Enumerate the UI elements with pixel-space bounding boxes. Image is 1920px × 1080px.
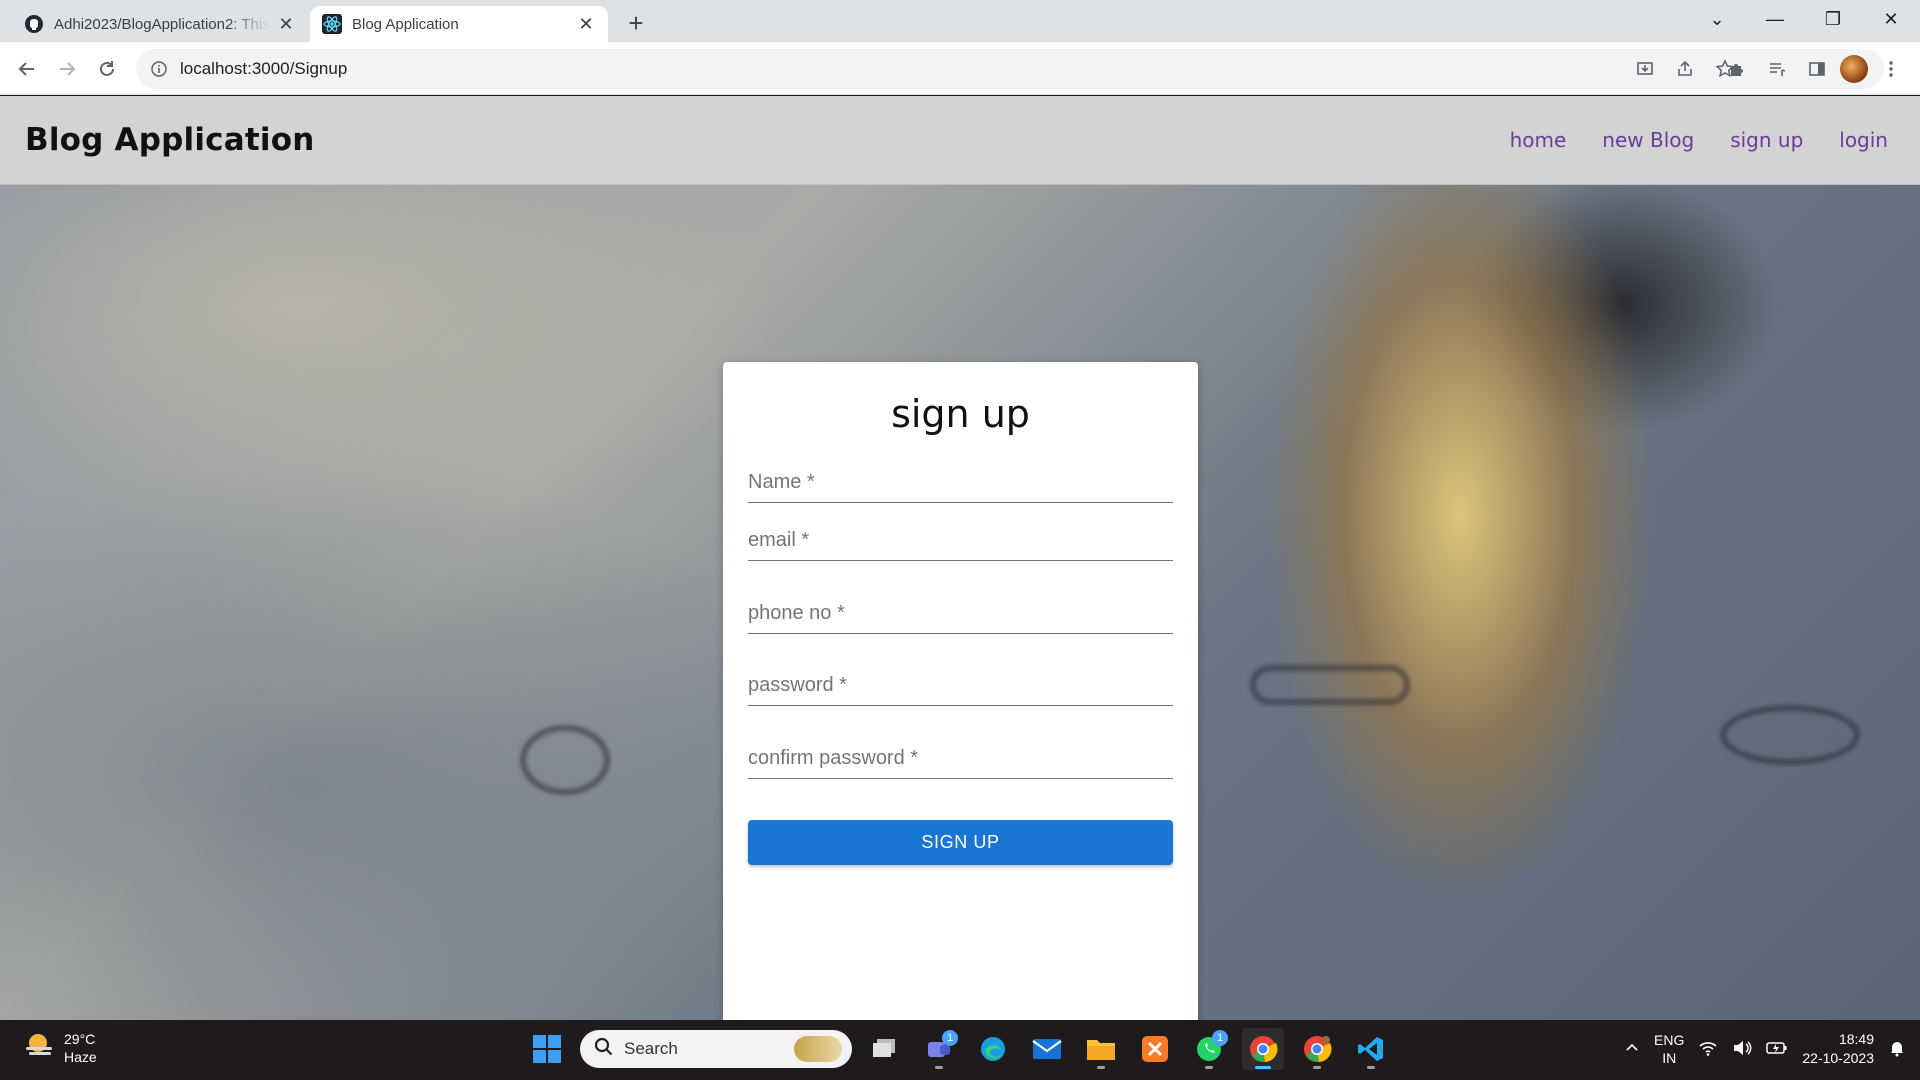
hero-background-image: sign up Name * email * phone no * passwo… <box>0 185 1920 1020</box>
form-title: sign up <box>891 392 1030 436</box>
task-view-icon[interactable] <box>864 1028 906 1070</box>
windows-taskbar: 29°C Haze Search 1 1 ENG IN 18:49 22-10-… <box>0 1020 1920 1080</box>
notification-bell-icon[interactable] <box>1888 1039 1906 1060</box>
phone-field-label: phone no * <box>748 602 845 624</box>
tab-title: Adhi2023/BlogApplication2: This <box>54 15 270 33</box>
background-ink-stroke <box>1250 665 1410 705</box>
background-ink-stroke <box>1720 705 1860 765</box>
teams-icon[interactable]: 1 <box>918 1028 960 1070</box>
language-line-2: IN <box>1662 1050 1677 1066</box>
chrome-icon[interactable] <box>1242 1028 1284 1070</box>
confirm-password-field[interactable]: confirm password * <box>748 733 1173 779</box>
github-icon <box>24 14 44 34</box>
window-controls: ⌄ — ❐ ✕ <box>1688 0 1920 38</box>
edge-icon[interactable] <box>972 1028 1014 1070</box>
search-highlight-graphic <box>794 1036 842 1062</box>
tab-github[interactable]: Adhi2023/BlogApplication2: This ✕ <box>12 6 308 42</box>
clock[interactable]: 18:49 22-10-2023 <box>1802 1030 1874 1068</box>
extensions-area <box>1720 52 1908 86</box>
address-bar[interactable]: localhost:3000/Signup <box>136 49 1884 89</box>
more-menu-icon[interactable] <box>1874 52 1908 86</box>
chrome-profile-icon[interactable] <box>1296 1028 1338 1070</box>
browser-toolbar: localhost:3000/Signup <box>0 42 1920 95</box>
tab-blog-application[interactable]: Blog Application ✕ <box>310 6 608 42</box>
mail-icon[interactable] <box>1026 1028 1068 1070</box>
phone-field[interactable]: phone no * <box>748 588 1173 634</box>
taskbar-search-box[interactable]: Search <box>580 1030 852 1068</box>
weather-temp: 29°C <box>64 1031 96 1047</box>
site-info-icon[interactable] <box>150 60 168 78</box>
signup-button[interactable]: SIGN UP <box>748 820 1173 865</box>
wifi-icon[interactable] <box>1698 1039 1718 1060</box>
site-navbar: Blog Application home new Blog sign up l… <box>0 96 1920 185</box>
nav-link-new-blog[interactable]: new Blog <box>1602 128 1694 152</box>
password-field-label: password * <box>748 674 847 696</box>
nav-link-home[interactable]: home <box>1510 128 1567 152</box>
battery-icon[interactable] <box>1766 1040 1788 1059</box>
file-explorer-icon[interactable] <box>1080 1028 1122 1070</box>
whatsapp-badge: 1 <box>1212 1030 1228 1046</box>
clock-time: 18:49 <box>1838 1031 1874 1047</box>
confirm-password-field-label: confirm password * <box>748 747 919 769</box>
running-indicator <box>1205 1066 1213 1069</box>
share-icon[interactable] <box>1668 52 1702 86</box>
new-tab-icon[interactable]: + <box>622 8 650 38</box>
xampp-icon[interactable] <box>1134 1028 1176 1070</box>
site-brand[interactable]: Blog Application <box>25 122 314 158</box>
minimize-icon[interactable]: — <box>1746 0 1804 38</box>
close-icon[interactable]: ✕ <box>276 14 296 34</box>
site-nav: home new Blog sign up login <box>1510 128 1888 152</box>
search-label: Search <box>624 1039 678 1058</box>
clock-date: 22-10-2023 <box>1802 1050 1874 1066</box>
nav-link-login[interactable]: login <box>1839 128 1888 152</box>
whatsapp-icon[interactable]: 1 <box>1188 1028 1230 1070</box>
page-viewport: Blog Application home new Blog sign up l… <box>0 96 1920 1020</box>
running-indicator <box>1097 1066 1105 1069</box>
chevron-down-icon[interactable]: ⌄ <box>1688 0 1746 38</box>
sun-haze-icon <box>22 1031 56 1066</box>
windows-start-icon[interactable] <box>526 1028 568 1070</box>
react-icon <box>322 14 342 34</box>
weather-text: 29°C Haze <box>64 1030 97 1066</box>
search-icon <box>594 1037 614 1062</box>
url-text: localhost:3000/Signup <box>180 59 348 78</box>
running-indicator <box>1313 1066 1321 1069</box>
running-indicator <box>935 1066 943 1069</box>
side-panel-icon[interactable] <box>1800 52 1834 86</box>
signup-card: sign up Name * email * phone no * passwo… <box>723 362 1198 1020</box>
language-indicator[interactable]: ENG IN <box>1654 1031 1684 1067</box>
profile-avatar[interactable] <box>1840 55 1868 83</box>
weather-condition: Haze <box>64 1049 97 1065</box>
close-icon[interactable]: ✕ <box>576 14 596 34</box>
running-indicator <box>1367 1066 1375 1069</box>
system-tray: ENG IN 18:49 22-10-2023 <box>1624 1030 1906 1068</box>
taskbar-apps: Search 1 1 <box>526 1028 1392 1070</box>
nav-link-sign-up[interactable]: sign up <box>1730 128 1803 152</box>
install-icon[interactable] <box>1628 52 1662 86</box>
teams-badge: 1 <box>942 1030 958 1046</box>
password-field[interactable]: password * <box>748 660 1173 706</box>
language-line-1: ENG <box>1654 1032 1685 1048</box>
extensions-puzzle-icon[interactable] <box>1720 52 1754 86</box>
background-ink-stroke <box>520 725 610 795</box>
chevron-up-icon[interactable] <box>1624 1040 1640 1059</box>
forward-arrow-icon[interactable] <box>50 52 84 86</box>
back-arrow-icon[interactable] <box>10 52 44 86</box>
restore-icon[interactable]: ❐ <box>1804 0 1862 38</box>
tab-title: Blog Application <box>352 15 459 33</box>
email-field[interactable]: email * <box>748 515 1173 561</box>
reading-list-icon[interactable] <box>1760 52 1794 86</box>
email-field-label: email * <box>748 529 810 551</box>
reload-icon[interactable] <box>90 52 124 86</box>
browser-tabstrip: Adhi2023/BlogApplication2: This ✕ Blog A… <box>0 0 1920 42</box>
close-window-icon[interactable]: ✕ <box>1862 0 1920 38</box>
name-field[interactable]: Name * <box>748 457 1173 503</box>
weather-widget[interactable]: 29°C Haze <box>22 1030 97 1066</box>
running-indicator <box>1255 1066 1271 1069</box>
volume-icon[interactable] <box>1732 1039 1752 1060</box>
name-field-label: Name * <box>748 471 815 493</box>
vscode-icon[interactable] <box>1350 1028 1392 1070</box>
